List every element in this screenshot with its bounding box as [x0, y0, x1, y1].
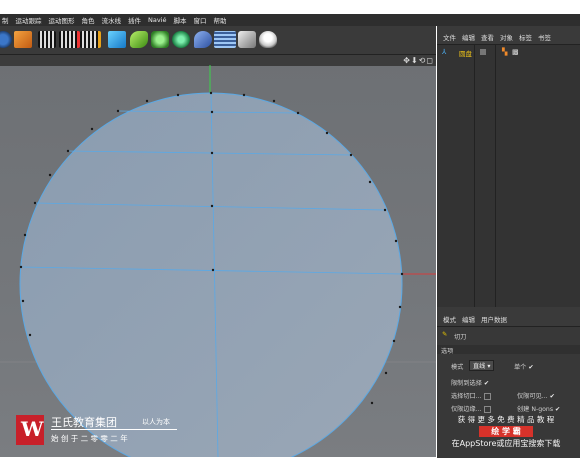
tab-user-data[interactable]: 用户数据 — [481, 314, 507, 324]
mode-label: 模式 — [451, 364, 464, 371]
layer-icon[interactable] — [480, 49, 486, 55]
attribute-manager-tabs: 模式 编辑 用户数据 — [437, 313, 580, 325]
single-option[interactable]: 单个 ✔ — [514, 362, 534, 371]
single-label: 单个 — [514, 364, 527, 371]
logo-mark-icon: W — [16, 415, 44, 445]
tab-edit[interactable]: 编辑 — [462, 32, 475, 42]
main-toolbar — [0, 26, 436, 55]
company-name: 王氏教育集团 — [51, 416, 117, 429]
cube-primitive-icon[interactable] — [108, 31, 126, 48]
subdivision-surface-icon[interactable] — [151, 31, 169, 48]
menu-item-pipeline[interactable]: 流水线 — [102, 15, 122, 25]
object-cube-icon[interactable] — [14, 31, 32, 48]
menu-item-help[interactable]: 帮助 — [214, 15, 227, 25]
checkmark-icon: ✔ — [549, 393, 555, 400]
disc-wireframe[interactable] — [0, 55, 436, 457]
deformer-icon[interactable] — [194, 31, 212, 48]
list-item[interactable]: ⅄ 圆盘 ▚ ▩ — [439, 48, 578, 58]
watermark-line1: 获 得 更 多 免 费 精 品 教 程 — [457, 415, 555, 424]
phong-tag-icon[interactable]: ▚ — [502, 48, 507, 56]
tab-objects[interactable]: 对象 — [500, 32, 513, 42]
cloner-icon[interactable] — [172, 31, 190, 48]
menu-item-character[interactable]: 角色 — [82, 15, 95, 25]
spline-pen-icon[interactable] — [130, 31, 148, 48]
column-divider — [495, 45, 496, 307]
menu-item-script[interactable]: 脚本 — [174, 15, 187, 25]
mode-select[interactable]: 直线 ▾ — [466, 360, 495, 371]
checker-tag-icon[interactable]: ▩ — [512, 48, 519, 56]
section-title: 选项 — [441, 348, 454, 355]
watermark-line3: 在AppStore或应用宝搜索下载 — [451, 439, 561, 448]
checkbox-icon — [483, 405, 491, 413]
checkmark-icon: ✔ — [555, 406, 561, 413]
polygon-object-icon: ⅄ — [442, 48, 447, 56]
only-visible-label: 仅限可见... — [517, 393, 548, 400]
camera-icon[interactable] — [238, 31, 256, 48]
floor-icon[interactable] — [214, 31, 236, 48]
select-cut-option[interactable]: 选择切口... — [451, 391, 491, 400]
logo-letter: W — [21, 417, 44, 441]
rotate-tool-icon[interactable] — [0, 31, 12, 48]
create-ngons-label: 创建 N-gons — [517, 406, 554, 413]
mode-value: 直线 — [473, 363, 486, 370]
menu-item-plugins[interactable]: 插件 — [128, 15, 141, 25]
create-ngons-option[interactable]: 创建 N-gons ✔ — [517, 404, 560, 413]
menu-item-motion-tracking[interactable]: 运动跟踪 — [16, 15, 42, 25]
checkmark-icon: ✔ — [528, 364, 534, 371]
company-founded: 始 创 于 二 零 零 二 年 — [51, 434, 128, 443]
only-edge-label: 仅限边缘... — [451, 406, 482, 413]
tab-view[interactable]: 查看 — [481, 32, 494, 42]
app-watermark: 获 得 更 多 免 费 精 品 教 程 绘 学 霸 在AppStore或应用宝搜… — [432, 414, 580, 449]
render-picture-icon[interactable] — [59, 31, 80, 48]
section-header: 选项 — [437, 345, 580, 355]
object-name[interactable]: 圆盘 — [459, 48, 472, 58]
only-visible-option[interactable]: 仅限可见... ✔ — [517, 391, 555, 400]
knife-tool-icon: ✎ — [442, 331, 448, 338]
menu-item-mograph[interactable]: 运动图形 — [49, 15, 75, 25]
tab-edit-attr[interactable]: 编辑 — [462, 314, 475, 324]
checkbox-icon — [483, 392, 491, 400]
tab-bookmarks[interactable]: 书签 — [538, 32, 551, 42]
menu-item-create[interactable]: 制 — [2, 15, 9, 25]
restrict-label: 限制到选择 — [451, 380, 482, 387]
select-cut-label: 选择切口... — [451, 393, 482, 400]
menu-item-window[interactable]: 窗口 — [194, 15, 207, 25]
tab-file[interactable]: 文件 — [443, 32, 456, 42]
light-icon[interactable] — [259, 31, 277, 48]
3d-viewport[interactable]: ✥⬇⟲◻ — [0, 55, 436, 457]
column-divider — [474, 45, 475, 307]
only-edge-option[interactable]: 仅限边缘... — [451, 404, 491, 413]
menu-item-navie[interactable]: Navié — [148, 16, 167, 24]
checkmark-icon: ✔ — [483, 380, 490, 387]
object-manager-tabs: 文件 编辑 查看 对象 标签 书签 — [437, 31, 580, 43]
restrict-option[interactable]: 限制到选择 ✔ — [451, 378, 489, 387]
company-slogan: 以人为本 — [142, 418, 170, 426]
tab-mode[interactable]: 模式 — [443, 314, 456, 324]
object-list: ⅄ 圆盘 ▚ ▩ — [437, 44, 580, 307]
watermark-brand: 绘 学 霸 — [479, 426, 533, 437]
render-settings-icon[interactable] — [80, 31, 101, 48]
right-panel: 文件 编辑 查看 对象 标签 书签 ⅄ 圆盘 ▚ ▩ 模式 编辑 用户数据 ✎ … — [437, 26, 580, 458]
tool-name: 切刀 — [454, 334, 467, 341]
tab-tags[interactable]: 标签 — [519, 32, 532, 42]
menu-bar: 制 运动跟踪 运动图形 角色 流水线 插件 Navié 脚本 窗口 帮助 — [0, 14, 580, 26]
logo-divider — [51, 429, 177, 430]
render-view-icon[interactable] — [38, 31, 56, 48]
title-area — [0, 0, 580, 14]
